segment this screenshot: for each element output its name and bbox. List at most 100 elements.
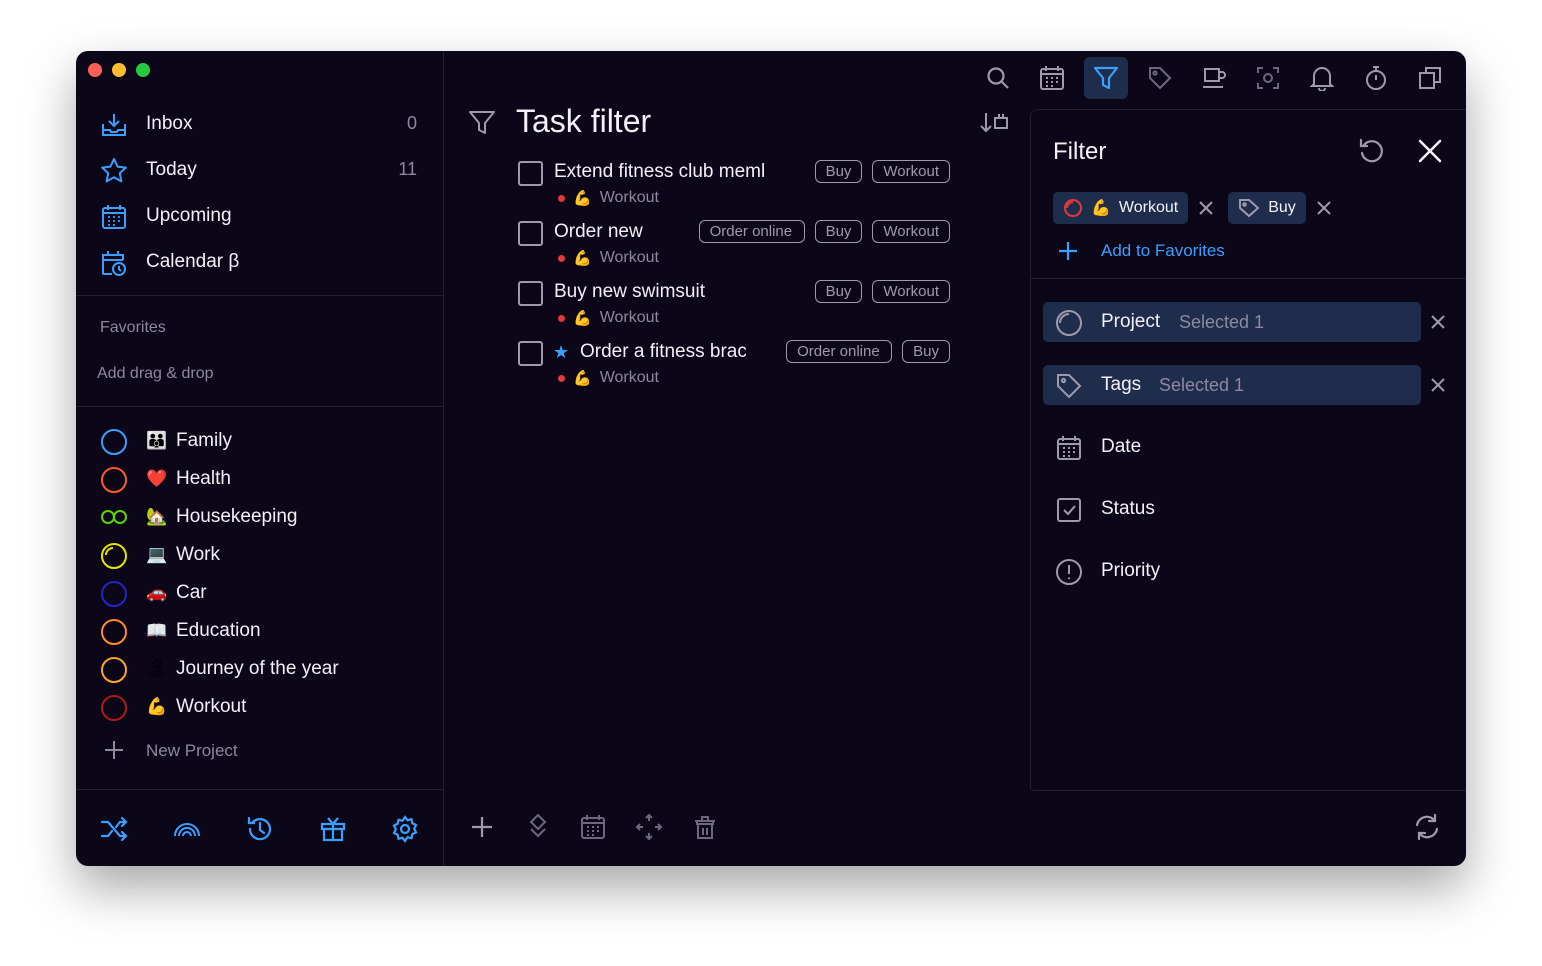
calendar-clock-icon (102, 251, 126, 276)
project-housekeeping[interactable]: 🏡 Housekeeping (76, 499, 443, 537)
search-icon (987, 67, 1009, 89)
sidebar-item-today[interactable]: Today 11 (76, 149, 443, 195)
new-project-button[interactable]: New Project (76, 733, 443, 769)
tag-badge[interactable]: Buy (814, 220, 863, 243)
focus-button[interactable] (1246, 57, 1290, 99)
settings-icon[interactable] (390, 814, 420, 844)
task-checkbox[interactable] (518, 341, 543, 366)
remove-chip-icon[interactable] (1316, 200, 1332, 216)
clear-criterion-icon[interactable] (1431, 378, 1445, 392)
tag-badge[interactable]: Workout (872, 220, 950, 243)
copy-icon (1419, 67, 1441, 89)
project-health[interactable]: ❤️ Health (76, 461, 443, 499)
divider (1031, 278, 1466, 279)
notifications-button[interactable] (1300, 57, 1344, 99)
project-ring-icon (101, 467, 127, 493)
sidebar-item-count: 0 (406, 113, 417, 133)
filter-criterion-status[interactable]: Status (1043, 489, 1421, 529)
filter-criterion-priority[interactable]: Priority (1043, 551, 1421, 591)
tag-badge[interactable]: Buy (814, 280, 863, 303)
criterion-value: Selected 1 (1179, 312, 1265, 332)
calendar-button[interactable] (1030, 57, 1074, 99)
tag-filter-chip[interactable]: Buy (1228, 192, 1306, 224)
sidebar-item-count: 11 (398, 159, 417, 179)
project-list: 👪 Family ❤️ Health 🏡 Housekeeping 💻 Work (76, 423, 443, 727)
muscle-emoji-icon: 💪 (146, 697, 168, 716)
sidebar-item-calendar[interactable]: Calendar β (76, 241, 443, 287)
tag-badge[interactable]: Buy (902, 340, 950, 363)
add-icon[interactable] (467, 812, 497, 842)
calendar-icon (1040, 66, 1064, 90)
clear-criterion-icon[interactable] (1431, 315, 1445, 329)
history-icon[interactable] (245, 814, 275, 844)
sort-icon[interactable] (978, 109, 1010, 135)
move-icon[interactable] (634, 812, 664, 842)
filter-button[interactable] (1084, 57, 1128, 99)
sidebar-item-inbox[interactable]: Inbox 0 (76, 103, 443, 149)
project-car[interactable]: 🚗 Car (76, 575, 443, 613)
project-work[interactable]: 💻 Work (76, 537, 443, 575)
task-row[interactable]: Extend fitness club membership Buy Worko… (518, 157, 950, 217)
filter-criterion-date[interactable]: Date (1043, 427, 1421, 467)
progress-arc-icon (105, 547, 114, 556)
task-checkbox[interactable] (518, 221, 543, 246)
project-label: Health (176, 468, 231, 489)
search-button[interactable] (976, 57, 1020, 99)
break-button[interactable] (1192, 57, 1236, 99)
tag-badge[interactable]: Order online (698, 220, 805, 243)
page-title: Task filter (516, 103, 652, 139)
chip-label: Buy (1268, 199, 1296, 216)
project-label: Education (176, 620, 261, 641)
project-journey-of-the-year[interactable]: 🏝 Journey of the year (76, 651, 443, 689)
tag-badge[interactable]: Order online (786, 340, 893, 363)
project-education[interactable]: 📖 Education (76, 613, 443, 651)
shuffle-icon[interactable] (99, 814, 129, 844)
main-bottom-bar (444, 790, 1466, 866)
sidebar-item-upcoming[interactable]: Upcoming (76, 195, 443, 241)
coffee-icon (1203, 68, 1226, 88)
calendar-icon (1057, 436, 1081, 460)
rainbow-icon[interactable] (172, 814, 202, 844)
remove-chip-icon[interactable] (1198, 200, 1214, 216)
task-row[interactable]: Buy new swimsuit Buy Workout 💪 Workout (518, 277, 950, 337)
timer-button[interactable] (1354, 57, 1398, 99)
project-filter-chip[interactable]: 💪 Workout (1053, 192, 1189, 224)
focus-icon (1257, 67, 1279, 89)
priority-dot (558, 374, 565, 382)
task-row[interactable]: ★ Order a fitness bracelet Order online … (518, 337, 950, 397)
priority-icon[interactable] (523, 812, 553, 842)
tag-badge[interactable]: Buy (814, 160, 863, 183)
task-checkbox[interactable] (518, 281, 543, 306)
tags-button[interactable] (1138, 57, 1182, 99)
task-tags: Order online Buy Workout (698, 220, 950, 243)
filter-criterion-project[interactable]: Project Selected 1 (1043, 302, 1421, 342)
chip-label: Workout (1118, 199, 1179, 216)
sync-icon[interactable] (1412, 812, 1442, 842)
project-family[interactable]: 👪 Family (76, 423, 443, 461)
close-icon[interactable] (1415, 136, 1445, 166)
filter-panel: Filter 💪 Workout Buy Add to Favorites Pr… (1030, 109, 1466, 791)
tag-badge[interactable]: Workout (872, 280, 950, 303)
gift-icon[interactable] (318, 814, 348, 844)
muscle-emoji-icon: 💪 (573, 190, 592, 207)
bell-icon (1309, 67, 1335, 91)
reset-icon[interactable] (1357, 136, 1387, 166)
task-title: Buy new swimsuit (554, 281, 705, 302)
copy-button[interactable] (1408, 57, 1452, 99)
tag-badge[interactable]: Workout (872, 160, 950, 183)
sidebar-item-label: Today (146, 159, 197, 180)
favorites-hint: Add drag & drop (97, 365, 214, 382)
project-label: Workout (176, 696, 247, 717)
task-row[interactable]: Order new Order online Buy Workout 💪 Wor… (518, 217, 950, 277)
priority-icon (1056, 559, 1082, 585)
add-to-favorites-button[interactable]: Add to Favorites (1057, 240, 1225, 262)
favorites-title: Favorites (100, 319, 166, 336)
calendar-icon[interactable] (578, 812, 608, 842)
project-ring-icon (1064, 199, 1082, 217)
delete-icon[interactable] (690, 812, 720, 842)
muscle-emoji-icon: 💪 (1091, 200, 1111, 217)
project-workout[interactable]: 💪 Workout (76, 689, 443, 727)
filter-criterion-tags[interactable]: Tags Selected 1 (1043, 365, 1421, 405)
task-checkbox[interactable] (518, 161, 543, 186)
new-project-label: New Project (146, 741, 238, 760)
